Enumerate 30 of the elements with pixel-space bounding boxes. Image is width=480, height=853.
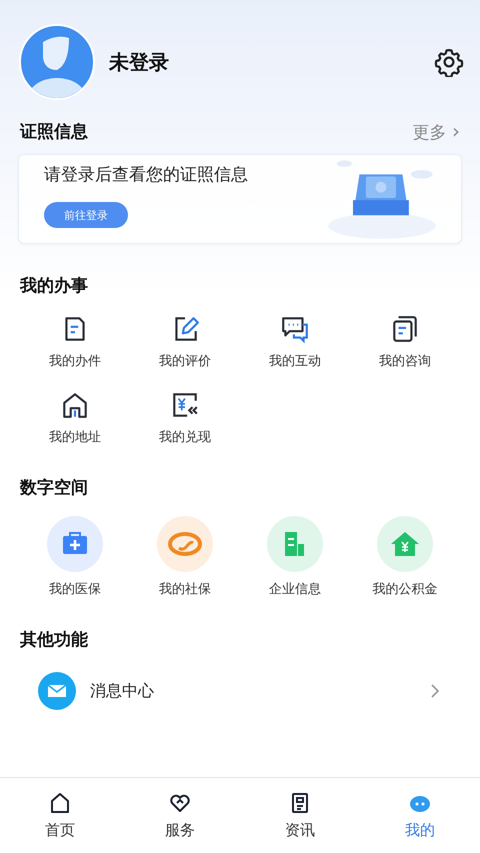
feature-item[interactable]: 我的兑现: [130, 390, 240, 446]
tab[interactable]: 首页: [20, 791, 100, 840]
feature-item[interactable]: 企业信息: [240, 516, 350, 598]
chat-icon: [280, 314, 310, 344]
feature-item[interactable]: 我的地址: [20, 390, 130, 446]
chevron-icon: [430, 683, 440, 699]
feature-item[interactable]: 我的社保: [130, 516, 240, 598]
section-title: 数字空间: [20, 478, 88, 498]
settings-icon[interactable]: [434, 47, 464, 77]
feature-item[interactable]: 我的互动: [240, 314, 350, 370]
tab[interactable]: 服务: [140, 791, 220, 840]
feature-item[interactable]: 我的办件: [20, 314, 130, 370]
section-title: 其他功能: [20, 630, 88, 650]
section-title: 证照信息: [20, 120, 88, 142]
cash-icon: [170, 390, 200, 420]
envelope-icon: [38, 672, 76, 710]
feature-item[interactable]: 我的评价: [130, 314, 240, 370]
tab[interactable]: 资讯: [260, 791, 340, 840]
list-item[interactable]: 消息中心: [0, 652, 480, 710]
section-title: 我的办事: [20, 276, 88, 296]
home-icon: [60, 390, 90, 420]
login-prompt: 请登录后查看您的证照信息: [44, 164, 248, 186]
user-name: 未登录: [109, 48, 170, 76]
avatar-icon: [19, 24, 95, 100]
tab[interactable]: 我的: [380, 791, 460, 840]
feature-item[interactable]: 我的咨询: [350, 314, 460, 370]
feature-item[interactable]: 我的公积金: [350, 516, 460, 598]
home-icon: [48, 791, 72, 815]
feature-item[interactable]: 我的医保: [20, 516, 130, 598]
documents-icon: [390, 314, 420, 344]
